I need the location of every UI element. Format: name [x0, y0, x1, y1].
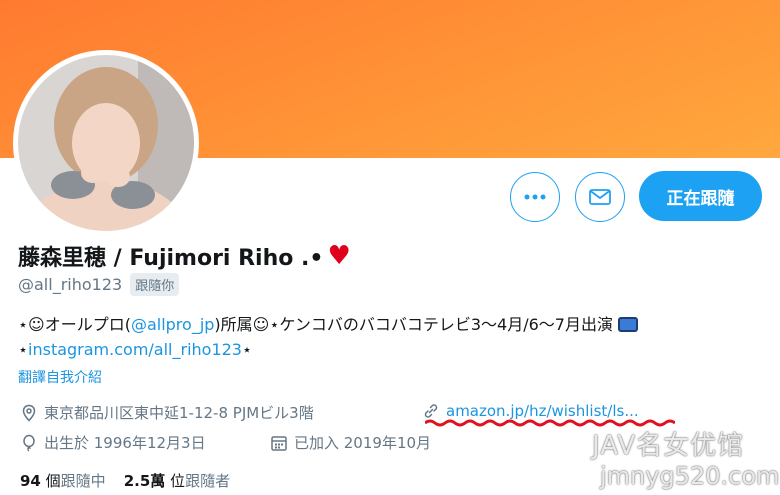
website-link[interactable]: amazon.jp/hz/wishlist/ls... — [446, 402, 639, 420]
location-text: 東京都品川区東中延1-12-8 PJMビル3階 — [44, 404, 314, 422]
more-dots-icon — [524, 194, 546, 200]
bio-line-2: ⋆instagram.com/all_riho123⋆ — [18, 340, 252, 359]
follow-stats: 94 個跟隨中 2.5萬 位跟隨者 — [20, 470, 230, 491]
following-label: 跟隨中 — [60, 472, 106, 490]
watermark-url: jmnyg520.com — [600, 462, 780, 490]
bio-instagram-link[interactable]: instagram.com/all_riho123 — [28, 340, 242, 359]
avatar[interactable] — [13, 50, 199, 236]
display-name-text: 藤森里穂 / Fujimori Riho .• — [18, 246, 324, 271]
location-row: 東京都品川区東中延1-12-8 PJMビル3階 — [20, 402, 314, 423]
link-icon — [424, 404, 438, 418]
birthday-text: 出生於 1996年12月3日 — [44, 434, 206, 452]
following-button[interactable]: 正在跟隨 — [639, 171, 762, 221]
watermark-title: JAV名女优馆 — [592, 431, 745, 461]
bio-line-1: ⋆☺オールプロ(@allpro_jp)所属☺⋆ケンコバのバコバコテレビ3〜4月/… — [18, 312, 639, 337]
handle-row: @all_riho123 跟隨你 — [18, 273, 180, 296]
location-pin-icon — [22, 404, 36, 422]
display-name: 藤森里穂 / Fujimori Riho .• ♥ — [18, 240, 351, 272]
heart-icon: ♥ — [327, 241, 351, 271]
message-button[interactable] — [575, 172, 625, 222]
joined-text: 已加入 2019年10月 — [294, 434, 432, 452]
joined-row: 已加入 2019年10月 — [270, 432, 431, 453]
more-options-button[interactable] — [510, 172, 560, 222]
profile-bio: ⋆☺オールプロ(@allpro_jp)所属☺⋆ケンコバのバコバコテレビ3〜4月/… — [18, 312, 639, 362]
balloon-icon — [23, 434, 35, 452]
birthday-row: 出生於 1996年12月3日 — [20, 432, 206, 453]
calendar-icon — [271, 435, 287, 451]
following-stat[interactable]: 94 個跟隨中 — [20, 470, 106, 491]
followers-count: 2.5萬 — [123, 472, 166, 490]
follows-you-badge: 跟隨你 — [130, 273, 180, 296]
translate-bio-link[interactable]: 翻譯自我介紹 — [18, 367, 102, 387]
following-count: 94 — [20, 472, 41, 490]
user-handle: @all_riho123 — [18, 275, 123, 294]
avatar-image — [18, 55, 194, 231]
website-row: amazon.jp/hz/wishlist/ls... — [422, 402, 639, 420]
tv-icon — [618, 317, 639, 332]
followers-stat[interactable]: 2.5萬 位跟隨者 — [124, 470, 230, 491]
followers-label: 跟隨者 — [185, 472, 231, 490]
envelope-icon — [589, 189, 611, 205]
bio-mention-link[interactable]: @allpro_jp — [131, 315, 214, 334]
